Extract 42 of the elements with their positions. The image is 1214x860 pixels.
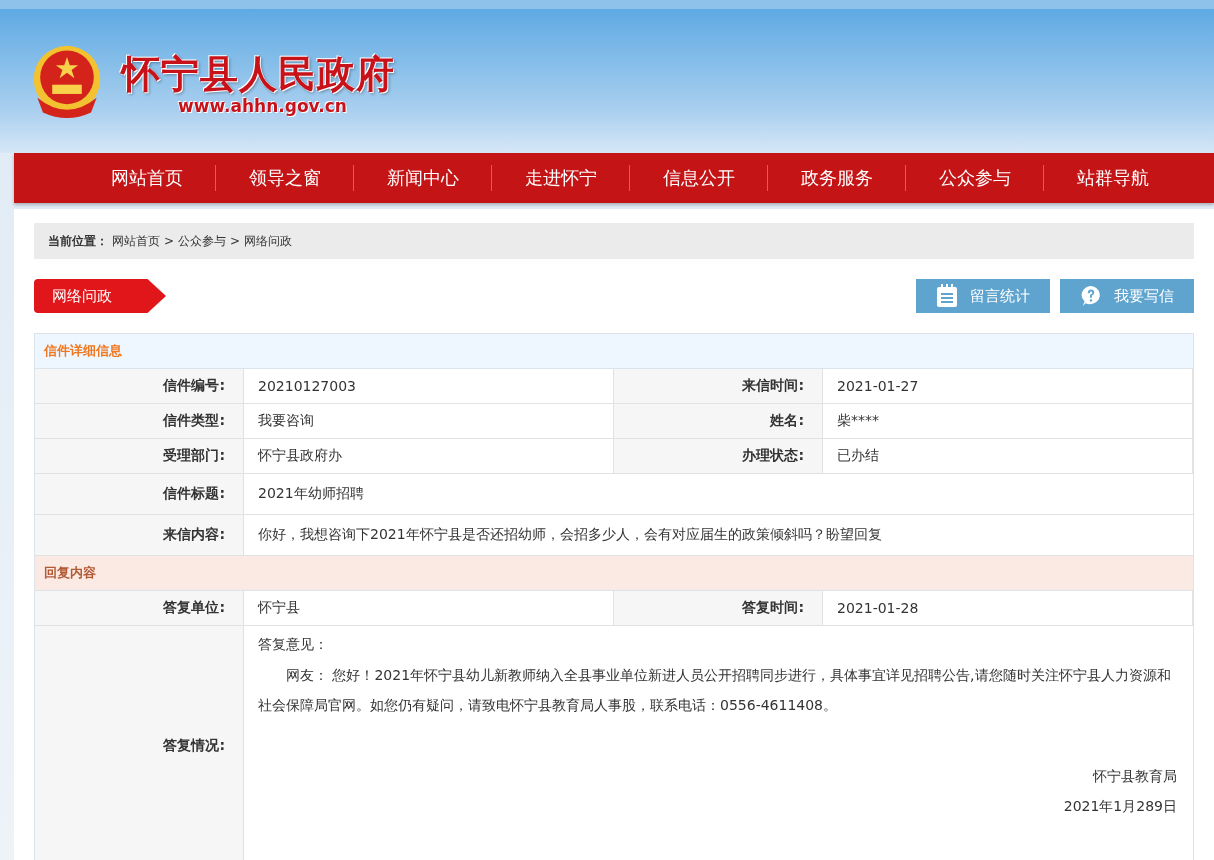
field-label: 答复单位:	[35, 591, 244, 625]
breadcrumb-label: 当前位置：	[48, 232, 108, 250]
field-label: 办理状态:	[614, 439, 823, 473]
breadcrumb-link[interactable]: 网络问政	[244, 232, 293, 250]
nav-item[interactable]: 站群导航	[1044, 166, 1181, 190]
reply-date: 2021年1月289日	[1062, 798, 1177, 816]
field-label: 来信内容:	[35, 515, 244, 555]
field-value: 2021-01-27	[823, 369, 1193, 403]
nav-item[interactable]: 领导之窗	[216, 166, 353, 190]
nav-item[interactable]: 政务服务	[768, 166, 905, 190]
field-value: 2021年幼师招聘	[257, 484, 365, 503]
site-url: www.ahhn.gov.cn	[178, 96, 348, 116]
breadcrumb-separator: >	[164, 234, 175, 248]
breadcrumb-link[interactable]: 网站首页	[112, 232, 160, 250]
field-label: 信件标题:	[35, 474, 244, 514]
notepad-icon	[936, 284, 958, 308]
section-title: 回复内容	[35, 556, 1193, 591]
breadcrumb-link[interactable]: 公众参与	[178, 232, 227, 250]
section-tag: 网络问政	[34, 279, 166, 313]
field-value: 柴****	[823, 404, 1193, 438]
field-value: 2021-01-28	[823, 591, 1193, 625]
field-value: 你好，我想咨询下2021年怀宁县是否还招幼师，会招多少人，会有对应届生的政策倾斜吗？盼望回复	[257, 525, 883, 544]
nav-item[interactable]: 信息公开	[630, 166, 767, 190]
breadcrumb-separator: >	[230, 234, 241, 248]
reply-signature: 怀宁县教育局	[1091, 768, 1177, 786]
nav-item[interactable]: 新闻中心	[354, 166, 491, 190]
field-label: 信件类型:	[35, 404, 244, 438]
field-label: 信件编号:	[35, 369, 244, 403]
field-label: 答复时间:	[614, 591, 823, 625]
nav-item[interactable]: 公众参与	[906, 166, 1043, 190]
field-label: 受理部门:	[35, 439, 244, 473]
nav-item[interactable]: 走进怀宁	[492, 166, 629, 190]
nav-item[interactable]: 网站首页	[78, 166, 215, 190]
field-label: 答复情况:	[35, 626, 244, 860]
site-title: 怀宁县人民政府	[122, 52, 395, 96]
field-label: 来信时间:	[614, 369, 823, 403]
field-label: 姓名:	[614, 404, 823, 438]
reply-heading: 答复意见：	[258, 636, 329, 654]
section-title: 信件详细信息	[35, 334, 1193, 369]
reply-text: 网友： 您好！2021年怀宁县幼儿新教师纳入全县事业单位新进人员公开招聘同步进行，具体事宜详见招聘公告,请您随时关注怀宁县人力资源和社会保障局官网。如您仍有疑问，请致电怀宁县教育局人事股，联系电话：0556-4611408。	[258, 666, 1172, 715]
field-value: 已办结	[823, 439, 1193, 473]
question-icon	[1080, 284, 1102, 308]
